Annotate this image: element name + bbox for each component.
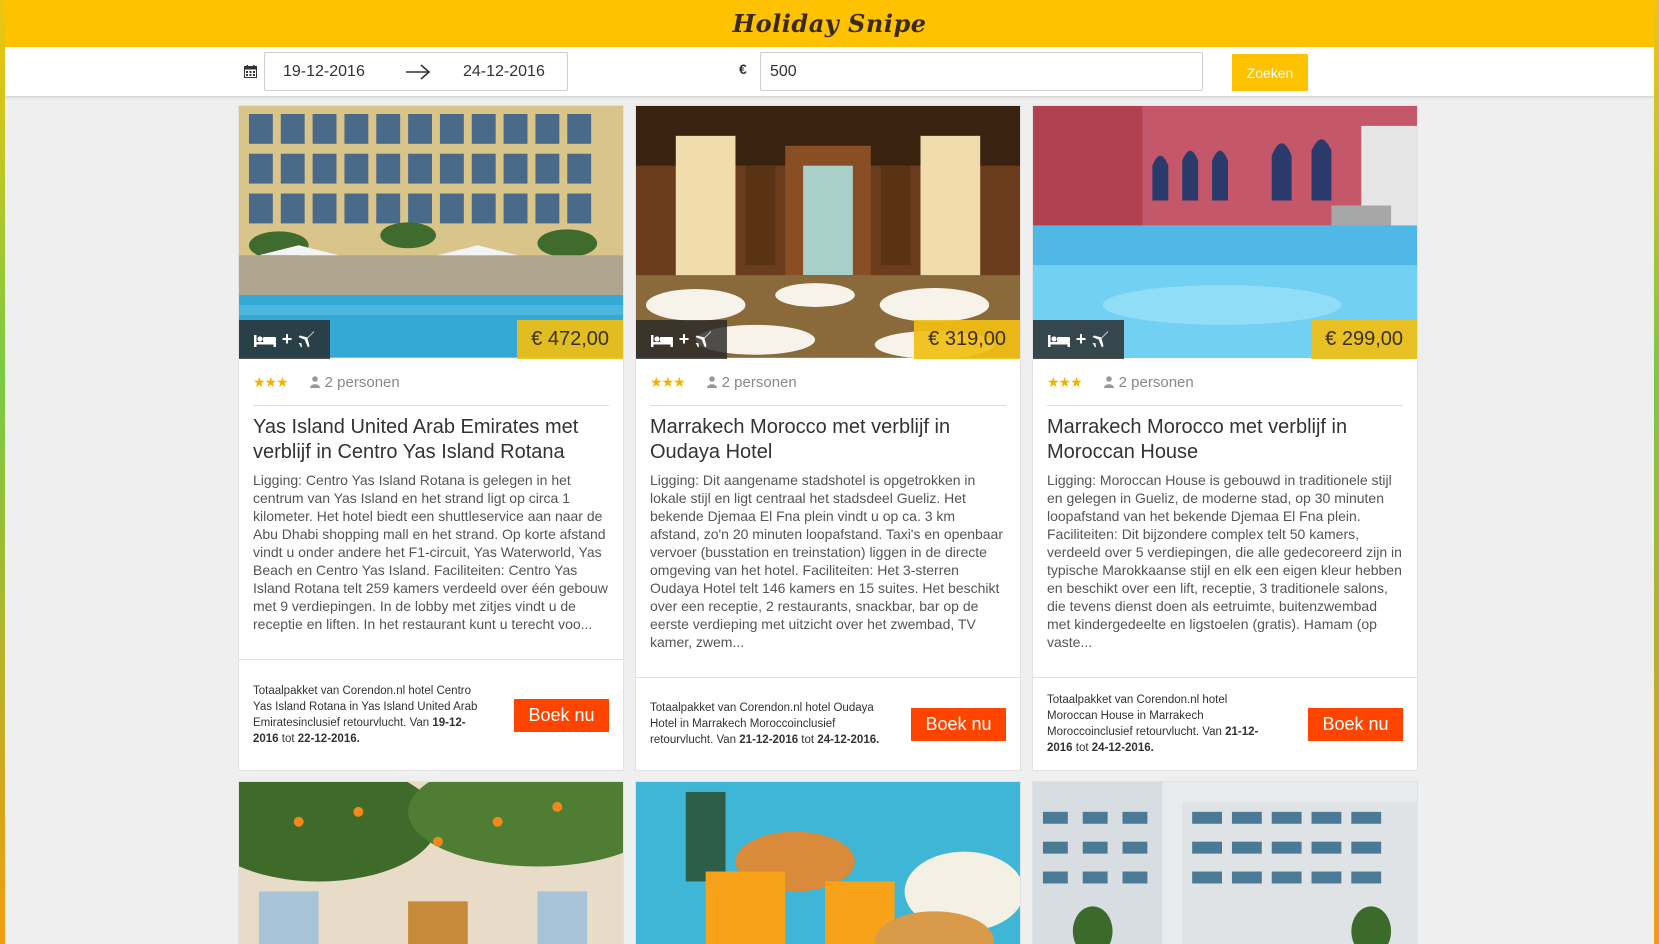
card-meta: ★★★ 2 personen (650, 359, 1006, 406)
card-body: ★★★ 2 personen Marrakech Morocco met ver… (1033, 359, 1417, 677)
plus-sign: + (1075, 329, 1087, 349)
hotel-photo[interactable] (1033, 782, 1417, 944)
persons-info: 2 personen (309, 373, 400, 391)
star-rating: ★★★ (253, 373, 289, 390)
left-edge-decoration (0, 0, 5, 944)
package-date-to: 22-12-2016. (297, 733, 360, 745)
book-now-button[interactable]: Boek nu (1308, 707, 1403, 741)
site-logo[interactable]: Holiday Snipe (733, 9, 927, 38)
plane-icon (695, 331, 712, 348)
hotel-photo[interactable] (636, 782, 1020, 944)
package-info: Totaalpakket van Corendon.nl hotel Moroc… (1047, 692, 1277, 756)
result-card (635, 781, 1021, 944)
hotel-description: Ligging: Moroccan House is gebouwd in tr… (1047, 472, 1402, 650)
package-date-to: 24-12-2016. (817, 734, 880, 746)
site-header: Holiday Snipe (0, 0, 1659, 47)
package-text: Totaalpakket van Corendon.nl hotel Moroc… (1047, 694, 1228, 738)
star-rating: ★★★ (1047, 373, 1083, 390)
result-card (1032, 781, 1418, 944)
price-badge: € 299,00 (1311, 320, 1417, 359)
budget-input[interactable] (760, 52, 1203, 91)
result-card (238, 781, 624, 944)
calendar-icon (244, 65, 257, 78)
result-card: + € 319,00 ★★★ 2 personen Marrakech Moro… (635, 105, 1021, 771)
package-type-badge: + (239, 320, 330, 359)
hotel-title[interactable]: Marrakech Morocco met verblijf in Oudaya… (650, 415, 1006, 465)
persons-info: 2 personen (706, 373, 797, 391)
result-card: + € 472,00 ★★★ 2 personen Yas Island Uni… (238, 105, 624, 771)
hotel-title[interactable]: Marrakech Morocco met verblijf in Morocc… (1047, 415, 1403, 465)
plus-sign: + (678, 329, 690, 349)
plane-icon (298, 331, 315, 348)
hotel-photo-image (636, 782, 1020, 944)
price-badge: € 472,00 (517, 320, 623, 359)
hotel-photo[interactable]: + € 472,00 (239, 106, 623, 359)
card-footer: Totaalpakket van Corendon.nl hotel Ouday… (636, 677, 1020, 770)
arrow-right-icon (406, 64, 431, 80)
hotel-photo-image (1033, 782, 1417, 944)
hotel-description: Ligging: Dit aangename stadshotel is opg… (650, 472, 1004, 650)
package-info: Totaalpakket van Corendon.nl hotel Ouday… (650, 700, 880, 748)
hotel-title[interactable]: Yas Island United Arab Emirates met verb… (253, 415, 609, 465)
hotel-photo-image (239, 782, 623, 944)
package-date-to: 24-12-2016. (1091, 742, 1154, 754)
plane-icon (1092, 331, 1109, 348)
card-body: ★★★ 2 personen Yas Island United Arab Em… (239, 359, 623, 659)
package-date-from: 21-12-2016 (739, 734, 799, 746)
hotel-photo[interactable]: + € 319,00 (636, 106, 1020, 359)
package-date-separator: tot (798, 734, 818, 746)
card-meta: ★★★ 2 personen (1047, 359, 1403, 406)
search-button[interactable]: Zoeken (1232, 54, 1308, 91)
package-info: Totaalpakket van Corendon.nl hotel Centr… (253, 683, 483, 747)
package-date-separator: tot (278, 733, 298, 745)
bed-icon (253, 334, 276, 347)
persons-info: 2 personen (1103, 373, 1194, 391)
date-to[interactable]: 24-12-2016 (463, 63, 545, 81)
currency-label: € (739, 61, 747, 77)
user-icon (309, 376, 320, 388)
book-now-button[interactable]: Boek nu (911, 707, 1006, 741)
bed-icon (650, 334, 673, 347)
card-footer: Totaalpakket van Corendon.nl hotel Centr… (239, 659, 623, 770)
plus-sign: + (281, 329, 293, 349)
package-type-badge: + (636, 320, 727, 359)
package-type-badge: + (1033, 320, 1124, 359)
result-card: + € 299,00 ★★★ 2 personen Marrakech Moro… (1032, 105, 1418, 771)
persons-label: 2 personen (1118, 373, 1194, 391)
price-badge: € 319,00 (914, 320, 1020, 359)
hotel-photo[interactable] (239, 782, 623, 944)
right-edge-decoration (1654, 0, 1659, 944)
date-from[interactable]: 19-12-2016 (283, 63, 365, 81)
persons-label: 2 personen (324, 373, 400, 391)
package-date-separator: tot (1072, 742, 1092, 754)
date-range-picker[interactable]: 19-12-2016 24-12-2016 (264, 52, 568, 91)
user-icon (706, 376, 717, 388)
search-bar: 19-12-2016 24-12-2016 € Zoeken (0, 47, 1659, 97)
bed-icon (1047, 334, 1070, 347)
hotel-photo[interactable]: + € 299,00 (1033, 106, 1417, 359)
book-now-button[interactable]: Boek nu (514, 698, 609, 732)
star-rating: ★★★ (650, 373, 686, 390)
user-icon (1103, 376, 1114, 388)
results-grid: + € 472,00 ★★★ 2 personen Yas Island Uni… (238, 105, 1420, 944)
persons-label: 2 personen (721, 373, 797, 391)
card-meta: ★★★ 2 personen (253, 359, 609, 406)
hotel-description: Ligging: Centro Yas Island Rotana is gel… (253, 472, 608, 632)
card-footer: Totaalpakket van Corendon.nl hotel Moroc… (1033, 677, 1417, 770)
card-body: ★★★ 2 personen Marrakech Morocco met ver… (636, 359, 1020, 677)
